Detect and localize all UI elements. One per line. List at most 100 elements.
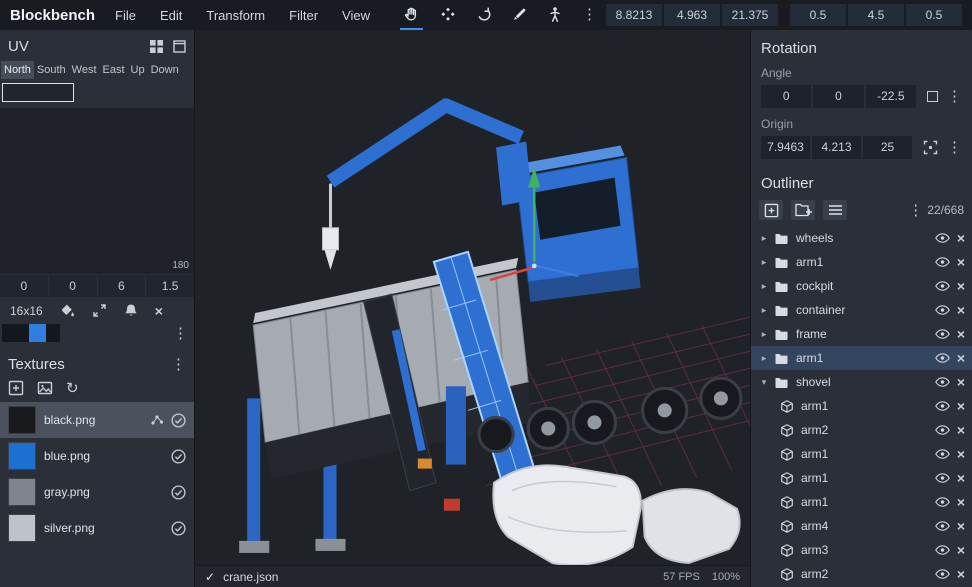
caret-icon[interactable]: ▸ — [759, 233, 769, 244]
outliner-kebab-icon[interactable]: ⋮ — [908, 203, 923, 218]
outliner-item-label[interactable]: arm1 — [801, 471, 931, 485]
add-cube-button[interactable] — [759, 200, 783, 220]
remove-icon[interactable]: × — [957, 375, 965, 389]
texture-slider[interactable] — [2, 324, 60, 342]
uv-coord-input[interactable] — [2, 83, 74, 102]
angle-x-field[interactable]: 0 — [761, 85, 812, 108]
angle-kebab-icon[interactable]: ⋮ — [947, 89, 962, 104]
tab-down[interactable]: Down — [148, 61, 182, 79]
fill-bucket-icon[interactable] — [60, 303, 75, 318]
outliner-item-wheels[interactable]: ▸ wheels × — [751, 226, 972, 250]
hand-tool-button[interactable] — [399, 0, 423, 30]
remove-icon[interactable]: × — [957, 327, 965, 341]
viewport[interactable]: ✓ crane.json 57 FPS 100% — [195, 30, 750, 587]
visibility-eye-icon[interactable] — [935, 473, 950, 483]
visibility-eye-icon[interactable] — [935, 353, 950, 363]
pivot-z-field[interactable]: 0.5 — [906, 4, 962, 26]
reload-icon[interactable]: ↻ — [66, 381, 79, 396]
list-options-button[interactable] — [823, 200, 847, 220]
position-y-field[interactable]: 4.963 — [664, 4, 720, 26]
texture-thumbnail[interactable] — [8, 406, 36, 434]
uv-preview-area[interactable]: 180 — [0, 108, 194, 274]
pivot-y-field[interactable]: 4.5 — [848, 4, 904, 26]
position-x-field[interactable]: 8.8213 — [606, 4, 662, 26]
slider-handle[interactable] — [29, 324, 46, 342]
visibility-eye-icon[interactable] — [935, 257, 950, 267]
app-logo[interactable]: Blockbench — [10, 7, 95, 24]
texture-row[interactable]: gray.png — [0, 474, 194, 510]
outliner-item-label[interactable]: shovel — [796, 375, 931, 389]
outliner-item-arm1-selected[interactable]: ▸ arm1 × — [751, 346, 972, 370]
add-group-button[interactable] — [791, 200, 815, 220]
alert-icon[interactable] — [124, 303, 138, 318]
outliner-item-label[interactable]: arm2 — [801, 567, 931, 581]
texture-name[interactable]: silver.png — [44, 521, 163, 535]
position-z-field[interactable]: 21.375 — [722, 4, 778, 26]
texture-thumbnail[interactable] — [8, 442, 36, 470]
check-circle-icon[interactable] — [171, 521, 186, 536]
uv-kebab-icon[interactable]: ⋮ — [173, 326, 188, 341]
brush-tool-button[interactable] — [509, 0, 531, 30]
outliner-item-label[interactable]: arm1 — [796, 255, 931, 269]
remove-icon[interactable]: × — [957, 303, 965, 317]
check-circle-icon[interactable] — [171, 413, 186, 428]
caret-icon[interactable]: ▸ — [759, 281, 769, 292]
outliner-item-cube[interactable]: arm1 × — [751, 394, 972, 418]
outliner-item-container[interactable]: ▸ container × — [751, 298, 972, 322]
outliner-item-cube[interactable]: arm3 × — [751, 538, 972, 562]
check-circle-icon[interactable] — [171, 485, 186, 500]
outliner-item-label[interactable]: wheels — [796, 231, 931, 245]
texture-row[interactable]: black.png — [0, 402, 194, 438]
visibility-eye-icon[interactable] — [935, 425, 950, 435]
caret-icon[interactable]: ▾ — [759, 377, 769, 388]
outliner-item-frame[interactable]: ▸ frame × — [751, 322, 972, 346]
texture-thumbnail[interactable] — [8, 514, 36, 542]
outliner-item-cube[interactable]: arm1 × — [751, 490, 972, 514]
remove-icon[interactable]: × — [957, 423, 965, 437]
outliner-item-shovel[interactable]: ▾ shovel × — [751, 370, 972, 394]
uv-y-field[interactable]: 0 — [48, 275, 97, 297]
outliner-item-label[interactable]: cockpit — [796, 279, 931, 293]
remove-icon[interactable]: × — [957, 399, 965, 413]
texture-thumbnail[interactable] — [8, 478, 36, 506]
caret-icon[interactable]: ▸ — [759, 305, 769, 316]
outliner-item-label[interactable]: arm2 — [801, 423, 931, 437]
remove-icon[interactable]: × — [957, 279, 965, 293]
visibility-eye-icon[interactable] — [935, 281, 950, 291]
angle-y-field[interactable]: 0 — [813, 85, 864, 108]
visibility-eye-icon[interactable] — [935, 449, 950, 459]
outliner-item-cube[interactable]: arm2 × — [751, 562, 972, 586]
texture-name[interactable]: gray.png — [44, 485, 163, 499]
origin-y-field[interactable]: 4.213 — [812, 136, 861, 159]
outliner-item-label[interactable]: arm1 — [796, 351, 931, 365]
texture-name[interactable]: blue.png — [44, 449, 163, 463]
add-texture-icon[interactable] — [8, 380, 24, 396]
uv-height-field[interactable]: 1.5 — [146, 275, 194, 297]
visibility-eye-icon[interactable] — [935, 569, 950, 579]
focus-origin-icon[interactable] — [923, 140, 938, 155]
menu-file[interactable]: File — [115, 8, 136, 23]
visibility-eye-icon[interactable] — [935, 305, 950, 315]
outliner-item-label[interactable]: container — [796, 303, 931, 317]
caret-icon[interactable]: ▸ — [759, 353, 769, 364]
tab-up[interactable]: Up — [128, 61, 148, 79]
outliner-item-label[interactable]: arm1 — [801, 447, 931, 461]
menu-edit[interactable]: Edit — [160, 8, 182, 23]
outliner-item-label[interactable]: arm3 — [801, 543, 931, 557]
texture-row[interactable]: blue.png — [0, 438, 194, 474]
pose-tool-button[interactable] — [545, 0, 565, 30]
visibility-eye-icon[interactable] — [935, 521, 950, 531]
window-icon[interactable] — [173, 40, 186, 53]
remove-icon[interactable]: × — [957, 255, 965, 269]
expand-icon[interactable] — [92, 303, 107, 318]
vertex-tool-button[interactable] — [437, 0, 459, 30]
origin-z-field[interactable]: 25 — [863, 136, 912, 159]
grid-icon[interactable] — [150, 40, 163, 53]
origin-x-field[interactable]: 7.9463 — [761, 136, 810, 159]
tab-west[interactable]: West — [69, 61, 100, 79]
remove-icon[interactable]: × — [957, 519, 965, 533]
outliner-item-label[interactable]: frame — [796, 327, 931, 341]
outliner-item-label[interactable]: arm4 — [801, 519, 931, 533]
outliner-item-cockpit[interactable]: ▸ cockpit × — [751, 274, 972, 298]
tab-south[interactable]: South — [34, 61, 69, 79]
